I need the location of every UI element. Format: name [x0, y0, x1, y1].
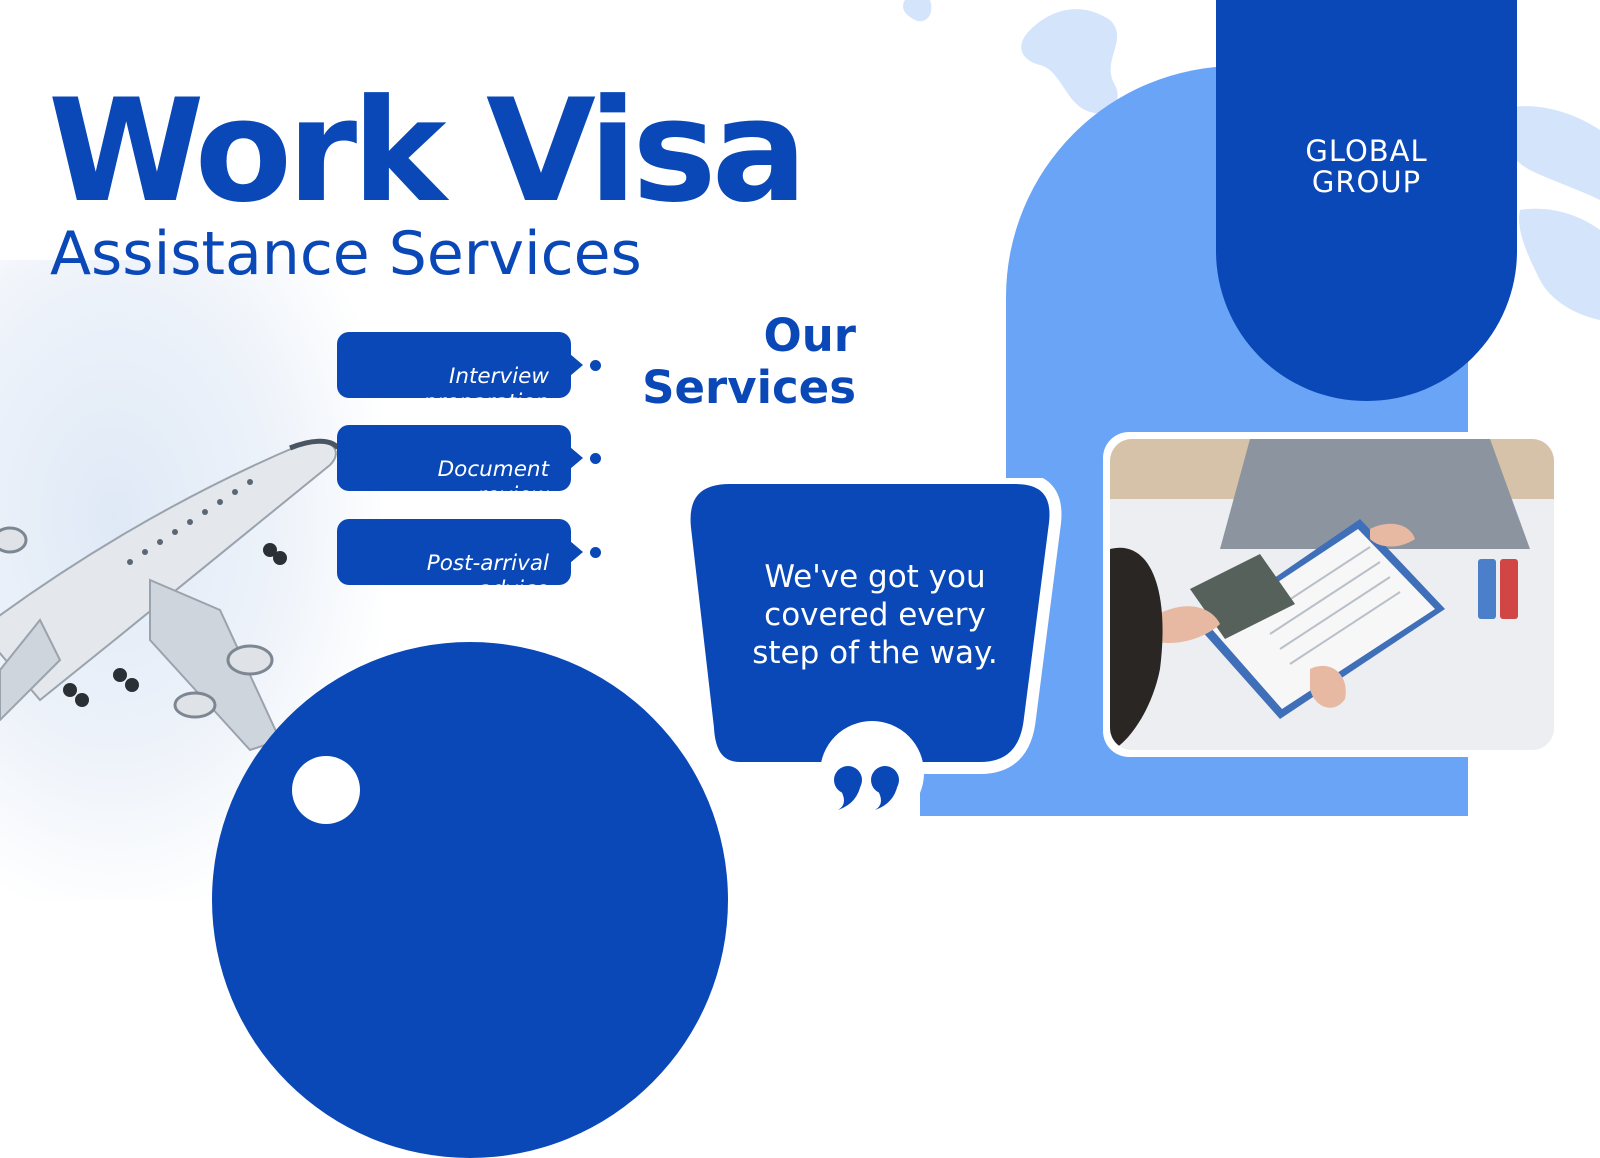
service-dot [590, 547, 601, 558]
page-title: Work Visa [48, 69, 807, 234]
page-subtitle: Assistance Services [50, 219, 642, 289]
service-label: Post-arrival advice [426, 551, 549, 602]
decorative-small-circle [292, 756, 360, 824]
service-dot [590, 360, 601, 371]
service-label: Document review [437, 457, 549, 508]
service-interview-preparation: Interview preparation [337, 332, 583, 415]
service-label: Interview preparation [423, 364, 549, 415]
visa-document-photo [1110, 439, 1554, 750]
service-post-arrival-advice: Post-arrival advice [337, 519, 583, 602]
decorative-circle [212, 642, 728, 1158]
global-group-badge: GLOBAL GROUP [1216, 0, 1517, 401]
visa-document-illustration [1110, 439, 1554, 750]
services-heading: Our Services [642, 309, 856, 414]
quote-text: We've got you covered every step of the … [752, 559, 998, 671]
global-group-label: GLOBAL GROUP [1305, 134, 1428, 199]
service-document-review: Document review [337, 425, 583, 508]
service-dot [590, 453, 601, 464]
airplane-image [0, 438, 340, 752]
